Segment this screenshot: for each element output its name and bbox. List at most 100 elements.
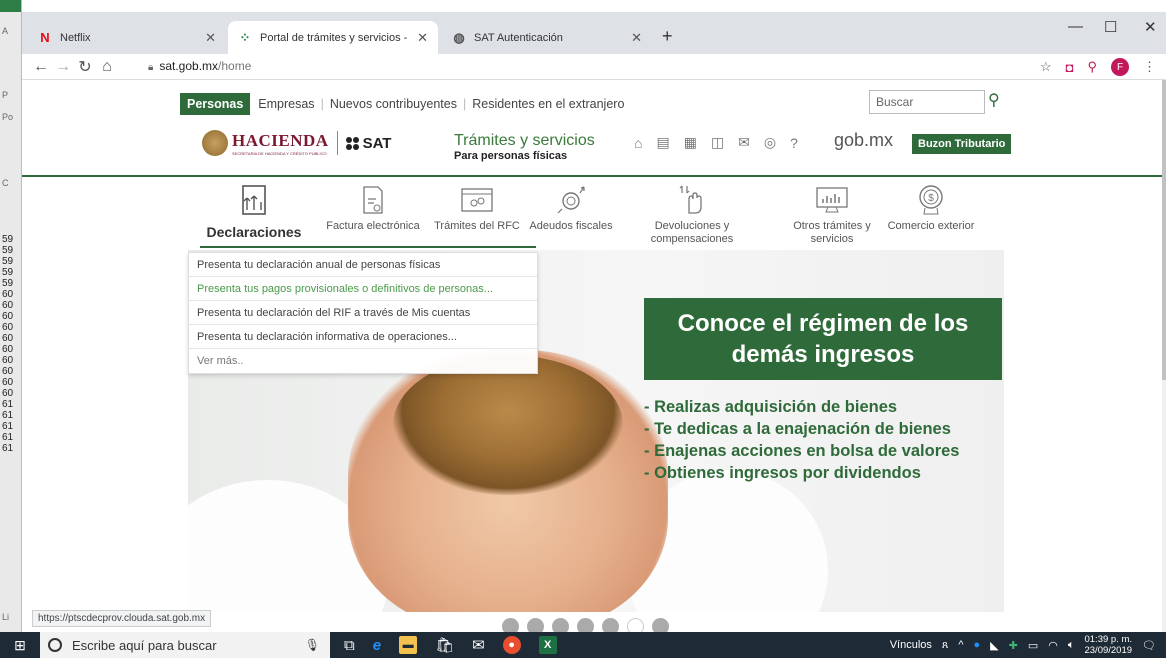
extension-icon[interactable]: ⚲: [1087, 59, 1097, 75]
url-field[interactable]: 🔒︎ sat.gob.mx/home: [148, 59, 251, 73]
lock-icon: 🔒︎: [148, 62, 154, 73]
tab-sat-autenticacion[interactable]: ◍ SAT Autenticación ✕: [442, 21, 652, 54]
chevron-up-icon[interactable]: ^: [958, 639, 963, 651]
bg-line-number: 60: [2, 311, 14, 322]
scrollbar[interactable]: [1162, 80, 1166, 632]
mail-icon[interactable]: ✉: [738, 134, 750, 151]
dropdown-item[interactable]: Presenta tu declaración del RIF a través…: [189, 301, 537, 325]
menu-factura-electronica[interactable]: Factura electrónica: [318, 180, 428, 233]
vinculos-toolbar[interactable]: Vínculos: [890, 639, 932, 651]
calendar-icon[interactable]: ▦: [684, 134, 697, 151]
search-icon[interactable]: ⚲: [988, 90, 1000, 110]
forward-icon[interactable]: →: [52, 58, 74, 76]
menu-adeudos-fiscales[interactable]: Adeudos fiscales: [516, 180, 626, 233]
carousel-dot[interactable]: [602, 618, 619, 632]
pocket-icon[interactable]: ◘: [1066, 60, 1074, 75]
close-icon[interactable]: ✕: [631, 30, 642, 46]
dropdown-item[interactable]: Presenta tu declaración anual de persona…: [189, 253, 537, 277]
notifications-icon[interactable]: 🗨︎: [1142, 639, 1156, 652]
nav-empresas[interactable]: Empresas: [258, 97, 314, 111]
taskbar-search[interactable]: Escribe aquí para buscar 🎙︎: [40, 632, 330, 658]
carousel-dot[interactable]: [527, 618, 544, 632]
dropdown-item[interactable]: Presenta tu declaración informativa de o…: [189, 325, 537, 349]
menu-declaraciones[interactable]: Declaraciones: [194, 180, 314, 239]
menu-otros-tramites[interactable]: Otros trámites y servicios: [772, 180, 892, 246]
address-bar: ← → ↻ ⌂ 🔒︎ sat.gob.mx/home ☆ ◘ ⚲ F ⋮: [22, 54, 1166, 80]
globe-icon: ◍: [453, 29, 465, 45]
promo-bullet: - Enajenas acciones en bolsa de valores: [644, 442, 960, 460]
newspaper-icon[interactable]: ▤: [656, 134, 669, 151]
back-icon[interactable]: ←: [30, 58, 52, 76]
buzon-tributario-button[interactable]: Buzon Tributario: [912, 134, 1012, 154]
browser-window: N Netflix ✕ ⁘ Portal de trámites y servi…: [22, 12, 1166, 632]
chrome-icon[interactable]: ●: [502, 636, 521, 654]
task-view-icon[interactable]: ⧉: [344, 637, 355, 654]
scrollbar-thumb[interactable]: [1162, 80, 1166, 380]
close-window-icon[interactable]: ✕: [1144, 18, 1157, 36]
maximize-icon[interactable]: ☐: [1104, 18, 1117, 36]
clock-time: 01:39 p. m.: [1084, 634, 1133, 645]
home-icon[interactable]: ⌂: [634, 135, 642, 151]
book-icon[interactable]: ◫: [711, 134, 724, 151]
gobmx-link[interactable]: gob.mx: [834, 130, 893, 151]
svg-text:$: $: [928, 193, 934, 204]
clock[interactable]: 01:39 p. m. 23/09/2019: [1084, 634, 1132, 656]
bg-letter: C: [2, 178, 9, 188]
network-icon[interactable]: ◣: [990, 639, 998, 652]
edge-icon[interactable]: e: [373, 637, 381, 654]
tab-netflix[interactable]: N Netflix ✕: [28, 21, 226, 54]
hacienda-logo: HACIENDA: [232, 130, 329, 150]
windows-start-icon[interactable]: ⊞: [0, 637, 40, 654]
close-icon[interactable]: ✕: [417, 30, 428, 46]
app-tray-icon[interactable]: ✚: [1009, 639, 1018, 652]
people-icon[interactable]: ጸ: [942, 639, 948, 652]
home-icon[interactable]: ⌂: [96, 58, 118, 76]
bg-line-number: 61: [2, 410, 14, 421]
wifi-icon[interactable]: ◠: [1048, 639, 1058, 652]
menu-devoluciones[interactable]: Devoluciones y compensaciones: [632, 180, 752, 246]
windows-taskbar: ⊞ Escribe aquí para buscar 🎙︎ ⧉ e ▬ 🛍︎ ✉…: [0, 632, 1166, 658]
search-input[interactable]: Buscar: [869, 90, 985, 114]
tab-portal-sat[interactable]: ⁘ Portal de trámites y servicios - SA ✕: [228, 21, 438, 54]
dropdown-item-ver-mas[interactable]: Ver más..: [189, 349, 537, 373]
bg-line-number: 60: [2, 344, 14, 355]
bg-line-number: 61: [2, 432, 14, 443]
volume-icon[interactable]: 🔈︎: [1068, 639, 1075, 652]
battery-icon[interactable]: ▭: [1028, 639, 1038, 652]
profile-avatar[interactable]: F: [1111, 58, 1129, 76]
new-tab-button[interactable]: +: [662, 26, 673, 47]
excel-icon[interactable]: X: [538, 636, 557, 654]
help-icon[interactable]: ?: [790, 135, 798, 151]
carousel-dot[interactable]: [652, 618, 669, 632]
carousel-dot[interactable]: [577, 618, 594, 632]
close-icon[interactable]: ✕: [205, 30, 216, 46]
header-icons: ⌂ ▤ ▦ ◫ ✉ ◎ ?: [634, 134, 798, 151]
compass-icon[interactable]: ◎: [764, 134, 776, 151]
nav-personas[interactable]: Personas: [180, 93, 251, 115]
file-explorer-icon[interactable]: ▬: [399, 636, 418, 654]
promo-bullet: - Te dedicas a la enajenación de bienes: [644, 420, 951, 438]
bluetooth-icon[interactable]: ●: [974, 639, 981, 651]
mail-icon[interactable]: ✉: [472, 636, 485, 654]
dollar-circle-icon: $: [876, 180, 986, 220]
background-line-numbers: 59 59 59 59 59 60 60 60 60 60 60 60 60 60 60 61 61 61 61 61: [2, 234, 13, 454]
reload-icon[interactable]: ↻: [74, 57, 96, 77]
menu-icon[interactable]: ⋮: [1143, 59, 1156, 75]
nav-nuevos-contribuyentes[interactable]: Nuevos contribuyentes: [330, 97, 457, 111]
nav-residentes-extranjero[interactable]: Residentes en el extranjero: [472, 97, 624, 111]
bookmark-star-icon[interactable]: ☆: [1040, 59, 1052, 75]
mexico-seal-icon: [202, 130, 228, 156]
coin-arrows-icon: [516, 180, 626, 220]
taskbar-search-placeholder: Escribe aquí para buscar: [72, 637, 217, 653]
menu-comercio-exterior[interactable]: $ Comercio exterior: [876, 180, 986, 233]
carousel-dot[interactable]: [552, 618, 569, 632]
carousel-dot[interactable]: [627, 618, 644, 632]
store-icon[interactable]: 🛍︎: [435, 636, 454, 654]
microphone-icon[interactable]: 🎙︎: [305, 638, 320, 652]
minimize-icon[interactable]: —: [1068, 18, 1083, 35]
tab-strip: N Netflix ✕ ⁘ Portal de trámites y servi…: [22, 12, 1166, 54]
carousel-dot[interactable]: [502, 618, 519, 632]
promo-bullets: - Realizas adquisición de bienes - Te de…: [644, 396, 959, 484]
dropdown-item[interactable]: Presenta tus pagos provisionales o defin…: [189, 277, 537, 301]
clock-date: 23/09/2019: [1084, 645, 1133, 656]
